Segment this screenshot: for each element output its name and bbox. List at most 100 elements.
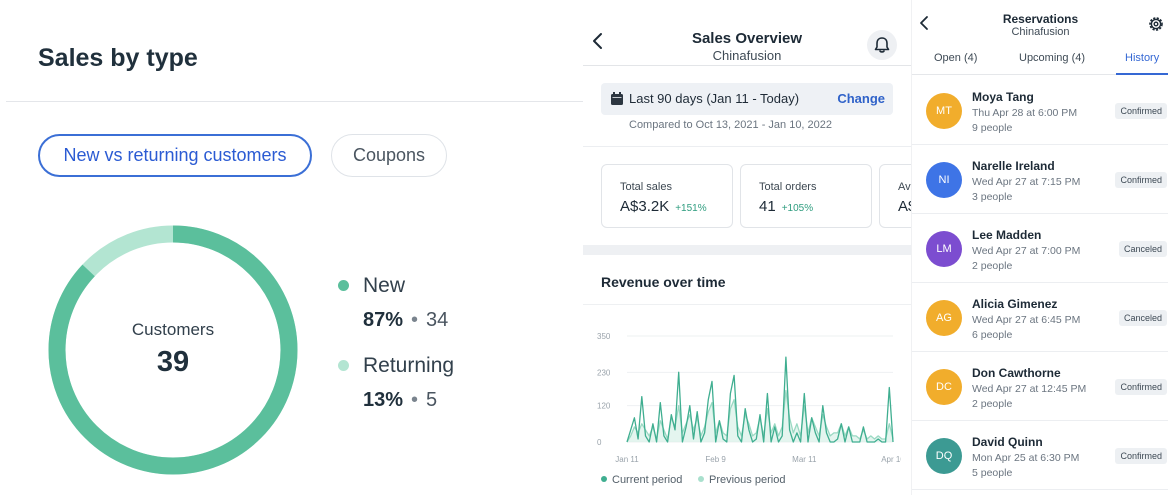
kpi-change: +151% bbox=[675, 203, 707, 214]
reservation-row[interactable]: DC Don Cawthorne Wed Apr 27 at 12:45 PM 2 p… bbox=[912, 352, 1168, 421]
x-tick-label: Feb 9 bbox=[705, 455, 726, 464]
kpi-value: A$3.2K +151% bbox=[620, 198, 707, 215]
legend-label-current: Current period bbox=[612, 474, 683, 486]
tab-history[interactable]: History bbox=[1125, 52, 1159, 64]
y-tick-label: 120 bbox=[597, 402, 611, 411]
active-tab-indicator bbox=[1116, 73, 1168, 75]
legend-dot-previous bbox=[698, 476, 704, 483]
legend-value-new: 87% • 34 bbox=[363, 309, 448, 332]
legend-dot-returning bbox=[338, 360, 349, 371]
bell-icon bbox=[874, 37, 890, 53]
party-size: 9 people bbox=[972, 122, 1013, 134]
reservations-panel: Reservations Chinafusion Open (4) Upcomi… bbox=[911, 0, 1168, 495]
legend-count-new: 34 bbox=[426, 309, 449, 331]
legend-previous-period: Previous period bbox=[698, 474, 785, 486]
legend-percent-new: 87% bbox=[363, 309, 404, 331]
sales-overview-panel: Sales Overview Chinafusion Last 90 days … bbox=[583, 0, 911, 495]
legend-current-period: Current period bbox=[601, 474, 682, 486]
reservation-time: Wed Apr 27 at 7:15 PM bbox=[972, 176, 1081, 188]
reservation-time: Wed Apr 27 at 6:45 PM bbox=[972, 314, 1081, 326]
avatar: LM bbox=[926, 231, 962, 267]
reservation-row[interactable]: MT Moya Tang Thu Apr 28 at 6:00 PM 9 people… bbox=[912, 76, 1168, 145]
business-name: Chinafusion bbox=[712, 48, 782, 63]
status-badge: Canceled bbox=[1118, 310, 1167, 326]
filter-coupons[interactable]: Coupons bbox=[331, 134, 447, 177]
legend-dot-current bbox=[601, 476, 607, 483]
kpi-card-total-sales[interactable]: Total sales A$3.2K +151% bbox=[601, 164, 733, 228]
kpi-label: Total sales bbox=[620, 181, 672, 193]
guest-name: Alicia Gimenez bbox=[972, 297, 1058, 311]
x-tick-label: Mar 11 bbox=[792, 455, 817, 464]
tab-open[interactable]: Open (4) bbox=[934, 52, 977, 64]
avatar: DC bbox=[926, 369, 962, 405]
legend-value-returning: 13% • 5 bbox=[363, 389, 437, 412]
gear-icon[interactable] bbox=[1146, 14, 1166, 34]
section-separator bbox=[583, 245, 911, 255]
separator: • bbox=[411, 389, 419, 411]
sales-by-type-panel: Sales by type New vs returning customers… bbox=[0, 0, 583, 495]
reservation-time: Wed Apr 27 at 12:45 PM bbox=[972, 383, 1087, 395]
revenue-title: Revenue over time bbox=[601, 274, 726, 290]
legend-label-previous: Previous period bbox=[709, 474, 786, 486]
legend-label-new: New bbox=[363, 274, 406, 297]
reservation-row[interactable]: DQ David Quinn Mon Apr 25 at 6:30 PM 5 peop… bbox=[912, 421, 1168, 490]
x-tick-label: Apr 10 bbox=[881, 455, 901, 464]
kpi-value-text: A$ bbox=[898, 198, 911, 215]
kpi-change: +105% bbox=[781, 203, 814, 214]
y-tick-label: 0 bbox=[597, 438, 602, 447]
status-badge: Confirmed bbox=[1115, 172, 1167, 188]
kpi-label: Total orders bbox=[759, 181, 817, 193]
party-size: 2 people bbox=[972, 260, 1013, 272]
kpi-value: A$ bbox=[898, 198, 911, 215]
reservation-time: Thu Apr 28 at 6:00 PM bbox=[972, 107, 1078, 119]
calendar-icon bbox=[611, 92, 623, 105]
x-tick-label: Jan 11 bbox=[615, 455, 639, 464]
guest-name: Moya Tang bbox=[972, 90, 1034, 104]
kpi-card-total-orders[interactable]: Total orders 41 +105% bbox=[740, 164, 872, 228]
business-name: Chinafusion bbox=[1011, 26, 1070, 38]
party-size: 5 people bbox=[972, 467, 1013, 479]
reservation-row[interactable]: NI Narelle Ireland Wed Apr 27 at 7:15 PM 3 … bbox=[912, 145, 1168, 214]
divider bbox=[583, 146, 911, 147]
reservation-row[interactable]: AG Alicia Gimenez Wed Apr 27 at 6:45 PM 6 p… bbox=[912, 283, 1168, 352]
donut-center-label: Customers bbox=[132, 320, 214, 339]
separator: • bbox=[411, 309, 419, 331]
page-title: Reservations bbox=[1002, 12, 1079, 26]
guest-name: Narelle Ireland bbox=[972, 159, 1055, 173]
party-size: 3 people bbox=[972, 191, 1013, 203]
status-badge: Confirmed bbox=[1115, 103, 1167, 119]
legend-count-returning: 5 bbox=[426, 389, 438, 411]
avatar: AG bbox=[926, 300, 962, 336]
status-badge: Confirmed bbox=[1115, 379, 1167, 395]
kpi-label: Avg bbox=[898, 181, 911, 193]
guest-name: Don Cawthorne bbox=[972, 366, 1061, 380]
reservation-time: Wed Apr 27 at 7:00 PM bbox=[972, 245, 1081, 257]
guest-name: David Quinn bbox=[972, 435, 1043, 449]
divider bbox=[6, 101, 583, 102]
divider bbox=[583, 65, 911, 66]
tab-upcoming[interactable]: Upcoming (4) bbox=[1019, 52, 1085, 64]
notifications-button[interactable] bbox=[867, 30, 897, 60]
y-tick-label: 230 bbox=[597, 368, 611, 377]
guest-name: Lee Madden bbox=[972, 228, 1042, 242]
party-size: 2 people bbox=[972, 398, 1013, 410]
divider bbox=[583, 304, 911, 305]
revenue-line-chart: 350 230 120 0 Jan 11 Feb 9 Mar 11 Apr 10 bbox=[597, 332, 901, 464]
legend-label-returning: Returning bbox=[363, 354, 455, 377]
avatar: DQ bbox=[926, 438, 962, 474]
customers-donut-chart: Customers 39 bbox=[48, 225, 298, 475]
date-range-label: Last 90 days (Jan 11 - Today) bbox=[629, 91, 800, 106]
date-range-selector[interactable]: Last 90 days (Jan 11 - Today) Change bbox=[601, 83, 893, 115]
reservation-row[interactable]: LM Lee Madden Wed Apr 27 at 7:00 PM 2 peopl… bbox=[912, 214, 1168, 283]
legend-percent-returning: 13% bbox=[363, 389, 404, 411]
kpi-value-text: A$3.2K bbox=[620, 198, 670, 215]
party-size: 6 people bbox=[972, 329, 1013, 341]
change-date-link[interactable]: Change bbox=[837, 91, 885, 106]
kpi-card-avg[interactable]: Avg A$ bbox=[879, 164, 911, 228]
kpi-value-text: 41 bbox=[759, 198, 776, 215]
donut-center-value: 39 bbox=[157, 346, 189, 378]
legend-dot-new bbox=[338, 280, 349, 291]
page-title: Sales Overview bbox=[691, 30, 803, 47]
comparison-period: Compared to Oct 13, 2021 - Jan 10, 2022 bbox=[629, 119, 833, 131]
filter-new-vs-returning[interactable]: New vs returning customers bbox=[38, 134, 312, 177]
